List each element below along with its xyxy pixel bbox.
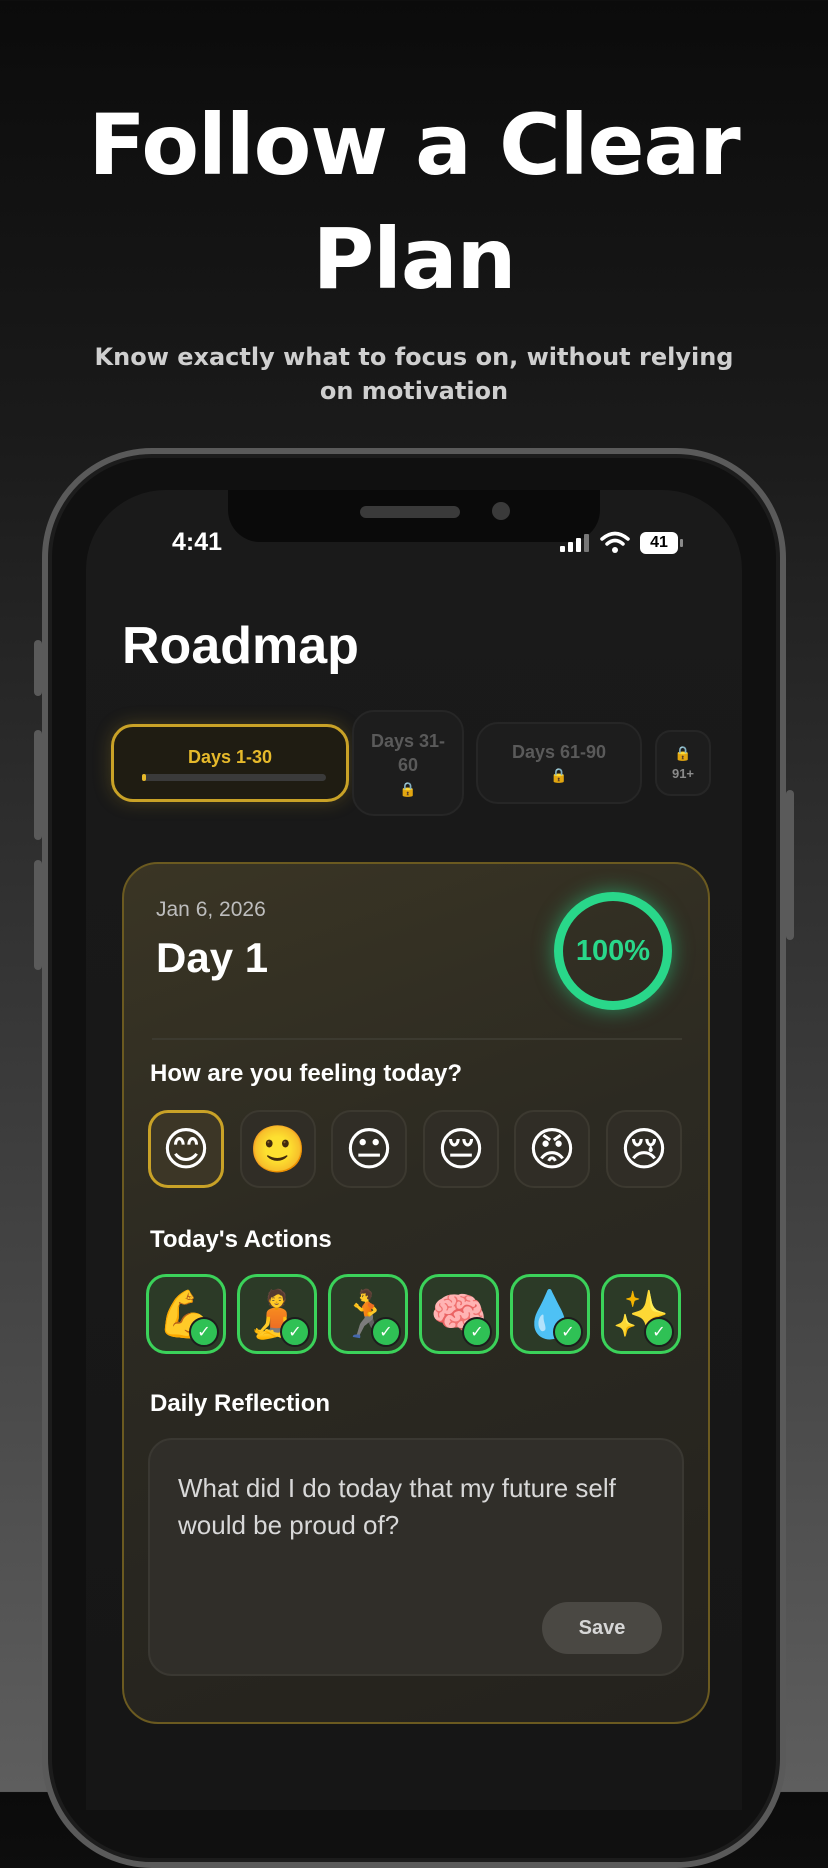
status-time: 4:41	[172, 528, 223, 556]
pensive-face-icon: 😔	[437, 1122, 485, 1176]
crying-face-icon: 😢	[620, 1122, 668, 1176]
lock-icon: 🔒	[399, 780, 417, 797]
day-date: Jan 6, 2026	[156, 898, 266, 921]
action-sparkle-button[interactable]: ✨ ✓	[601, 1274, 681, 1354]
page-title: Roadmap	[122, 617, 359, 675]
tab-days-91-plus[interactable]: 🔒 91+	[655, 730, 711, 796]
card-divider	[152, 1038, 682, 1040]
mood-crying-button[interactable]: 😢	[606, 1110, 682, 1188]
check-icon: ✓	[280, 1317, 310, 1347]
wifi-icon	[600, 531, 630, 553]
action-workout-button[interactable]: 💪 ✓	[146, 1274, 226, 1354]
reflection-box: Save	[148, 1438, 684, 1676]
phone-volume-down	[34, 860, 42, 970]
check-icon: ✓	[462, 1317, 492, 1347]
mood-angry-button[interactable]: 😡	[514, 1110, 590, 1188]
mood-neutral-button[interactable]: 😐	[331, 1110, 407, 1188]
slightly-smiling-face-icon: 🙂	[249, 1121, 307, 1176]
reflection-label: Daily Reflection	[150, 1390, 331, 1417]
happy-face-icon: 😊	[162, 1122, 210, 1176]
tab-label: Days 31-60	[370, 730, 446, 775]
save-button[interactable]: Save	[542, 1602, 662, 1654]
mood-slightly-smiling-button[interactable]: 🙂	[240, 1110, 316, 1188]
tab-days-61-90[interactable]: Days 61-90 🔒	[476, 722, 642, 804]
cellular-signal-icon	[560, 532, 589, 552]
check-icon: ✓	[553, 1317, 583, 1347]
tab-label: Days 61-90	[511, 742, 607, 762]
reflection-input[interactable]	[176, 1468, 650, 1582]
completion-percent: 100%	[575, 934, 651, 967]
front-camera	[492, 502, 510, 520]
phone-volume-up	[34, 730, 42, 840]
lock-icon: 🔒	[550, 767, 568, 783]
mood-pensive-button[interactable]: 😔	[423, 1110, 499, 1188]
tab-days-31-60[interactable]: Days 31-60 🔒	[352, 710, 464, 816]
action-run-button[interactable]: 🏃 ✓	[328, 1274, 408, 1354]
mood-happy-button[interactable]: 😊	[148, 1110, 224, 1188]
neutral-face-icon: 😐	[345, 1122, 393, 1176]
hero-title-line-2: Plan	[312, 210, 517, 308]
phone-mute-switch	[34, 640, 42, 696]
hero-title: Follow a Clear Plan	[0, 88, 828, 316]
tab-progress-fill	[142, 774, 146, 781]
completion-ring: 100%	[554, 892, 672, 1010]
battery-icon: 41	[640, 532, 683, 554]
tab-progress-bar	[142, 774, 326, 781]
action-meditate-button[interactable]: 🧘 ✓	[237, 1274, 317, 1354]
tab-label: 91+	[671, 766, 695, 781]
hero-title-line-1: Follow a Clear	[88, 96, 740, 194]
speaker-grille	[360, 506, 460, 518]
angry-face-icon: 😡	[528, 1122, 576, 1176]
phone-power-button	[786, 790, 794, 940]
day-title: Day 1	[156, 934, 269, 981]
mood-question: How are you feeling today?	[150, 1060, 463, 1087]
day-card: Jan 6, 2026 Day 1 100% How are you feeli…	[122, 862, 710, 1724]
action-learn-button[interactable]: 🧠 ✓	[419, 1274, 499, 1354]
actions-label: Today's Actions	[150, 1226, 332, 1253]
hero-subtitle: Know exactly what to focus on, without r…	[94, 343, 734, 405]
check-icon: ✓	[644, 1317, 674, 1347]
lock-icon: 🔒	[674, 745, 692, 761]
action-hydrate-button[interactable]: 💧 ✓	[510, 1274, 590, 1354]
check-icon: ✓	[371, 1317, 401, 1347]
check-icon: ✓	[189, 1317, 219, 1347]
tab-label: Days 1-30	[187, 746, 273, 767]
tab-days-1-30[interactable]: Days 1-30	[111, 724, 349, 802]
